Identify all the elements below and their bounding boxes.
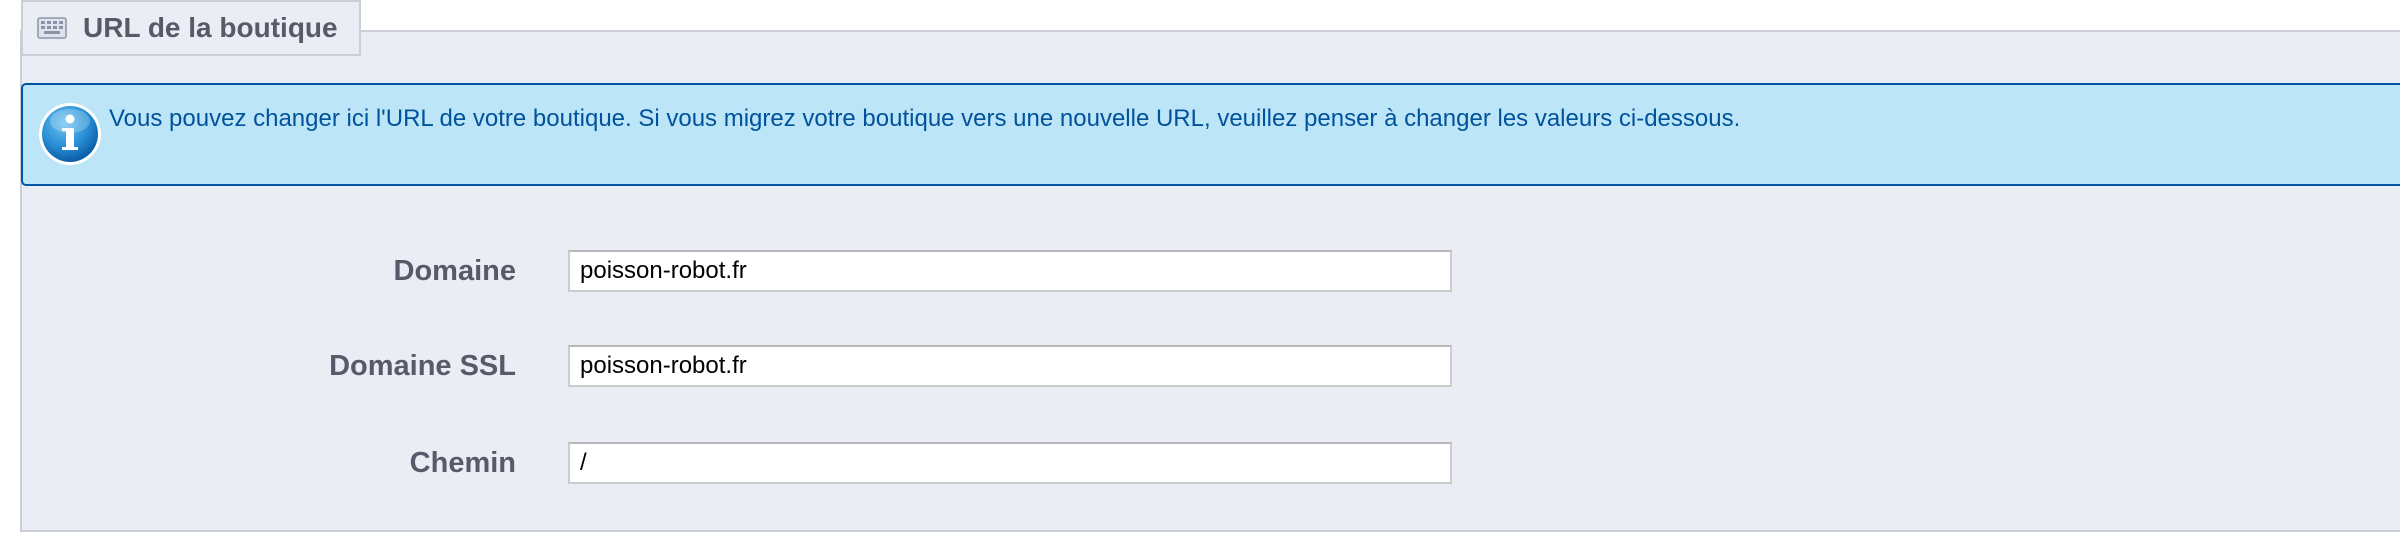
path-label: Chemin — [409, 447, 516, 479]
domain-ssl-input[interactable] — [568, 345, 1452, 387]
alert-message: Vous pouvez changer ici l'URL de votre b… — [109, 105, 1741, 132]
domain-input[interactable] — [568, 250, 1452, 292]
section-legend: URL de la boutique — [21, 0, 361, 56]
domain-label: Domaine — [393, 255, 516, 287]
section-title: URL de la boutique — [83, 12, 338, 43]
info-alert: Vous pouvez changer ici l'URL de votre b… — [21, 83, 2400, 186]
domain-ssl-label: Domaine SSL — [329, 350, 516, 382]
path-input[interactable] — [568, 442, 1452, 484]
keyboard-icon — [37, 17, 67, 39]
info-icon — [37, 101, 103, 167]
